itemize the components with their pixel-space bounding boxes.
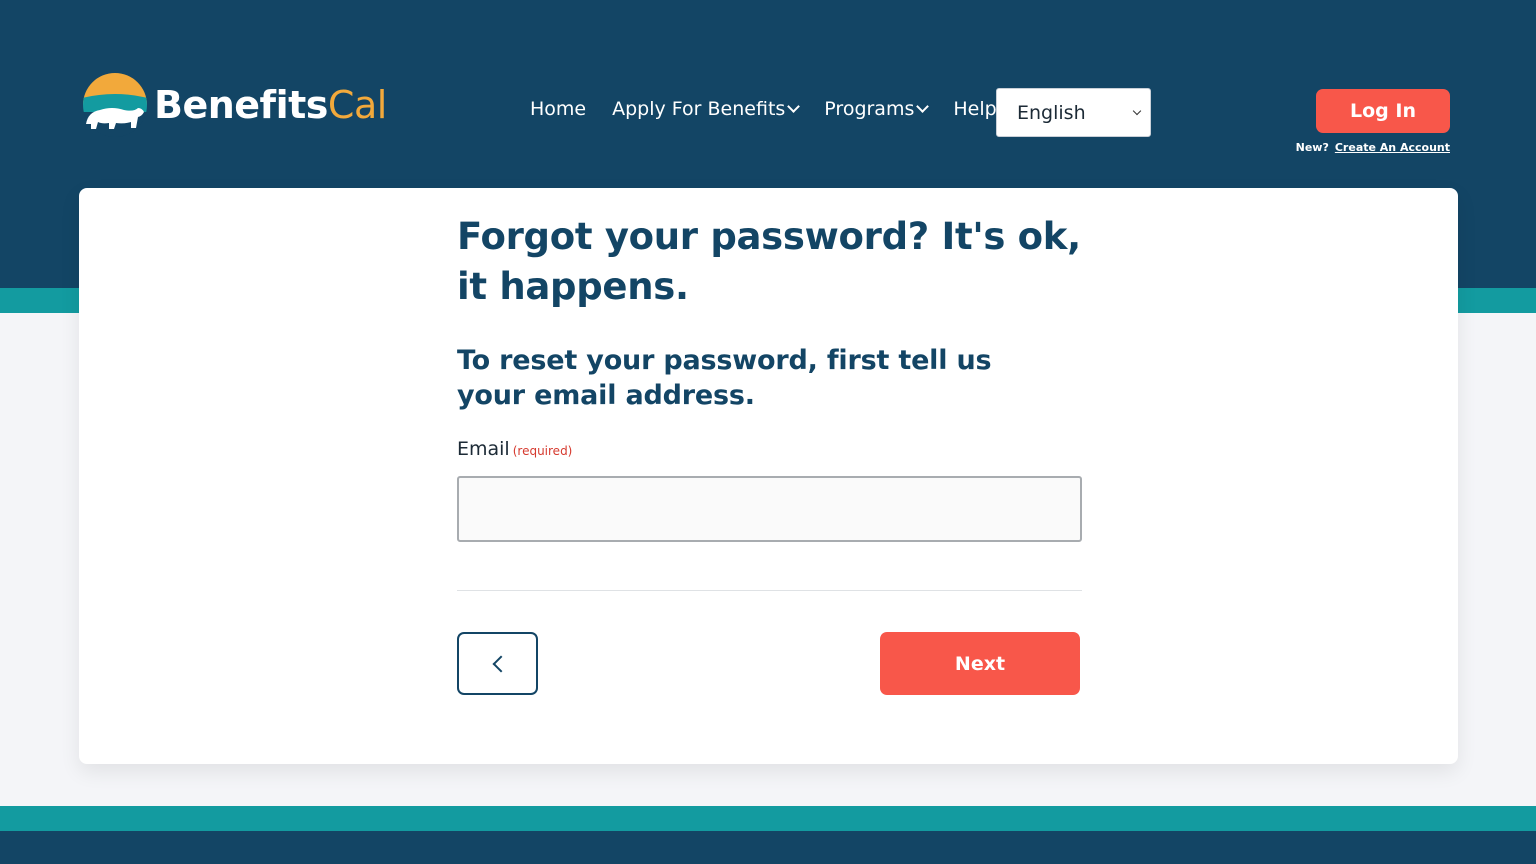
logo-wordmark-part1: Benefits — [154, 83, 328, 127]
logo-wordmark-part2: Cal — [327, 83, 387, 127]
teal-band-bottom — [0, 806, 1536, 831]
nav-programs[interactable]: Programs — [824, 98, 930, 120]
login-button[interactable]: Log In — [1316, 89, 1450, 133]
chevron-down-icon — [1132, 106, 1142, 115]
chevron-down-icon — [916, 100, 930, 113]
back-button[interactable] — [457, 632, 538, 695]
new-prefix: New? — [1295, 141, 1329, 154]
bear-sun-logo-icon — [83, 73, 147, 137]
page-subtitle: To reset your password, first tell us yo… — [457, 345, 992, 411]
chevron-down-icon — [787, 100, 801, 113]
footer-background — [0, 831, 1536, 864]
nav-help[interactable]: Help — [953, 98, 996, 120]
site-logo[interactable]: BenefitsCal — [82, 72, 387, 138]
nav-home[interactable]: Home — [530, 98, 586, 120]
new-account-prompt: New? Create An Account — [1296, 141, 1450, 154]
email-label-text: Email — [457, 438, 510, 460]
nav-apply-label: Apply For Benefits — [612, 98, 786, 120]
nav-apply-for-benefits[interactable]: Apply For Benefits — [612, 98, 801, 120]
page-title: Forgot your password? It's ok, it happen… — [457, 215, 1081, 308]
language-selected-value: English — [1017, 101, 1086, 124]
required-indicator: (required) — [512, 444, 573, 458]
email-input[interactable] — [457, 476, 1082, 542]
main-nav: Home Apply For Benefits Programs Help — [530, 98, 997, 120]
nav-home-label: Home — [530, 98, 587, 120]
email-label: Email (required) — [457, 438, 572, 460]
create-account-link[interactable]: Create An Account — [1335, 141, 1450, 154]
nav-help-label: Help — [953, 98, 997, 120]
language-select[interactable]: English — [996, 88, 1151, 137]
logo-wordmark: BenefitsCal — [154, 86, 387, 124]
nav-programs-label: Programs — [824, 98, 915, 120]
chevron-left-icon — [492, 655, 509, 672]
form-divider — [457, 590, 1082, 591]
next-button[interactable]: Next — [880, 632, 1080, 695]
